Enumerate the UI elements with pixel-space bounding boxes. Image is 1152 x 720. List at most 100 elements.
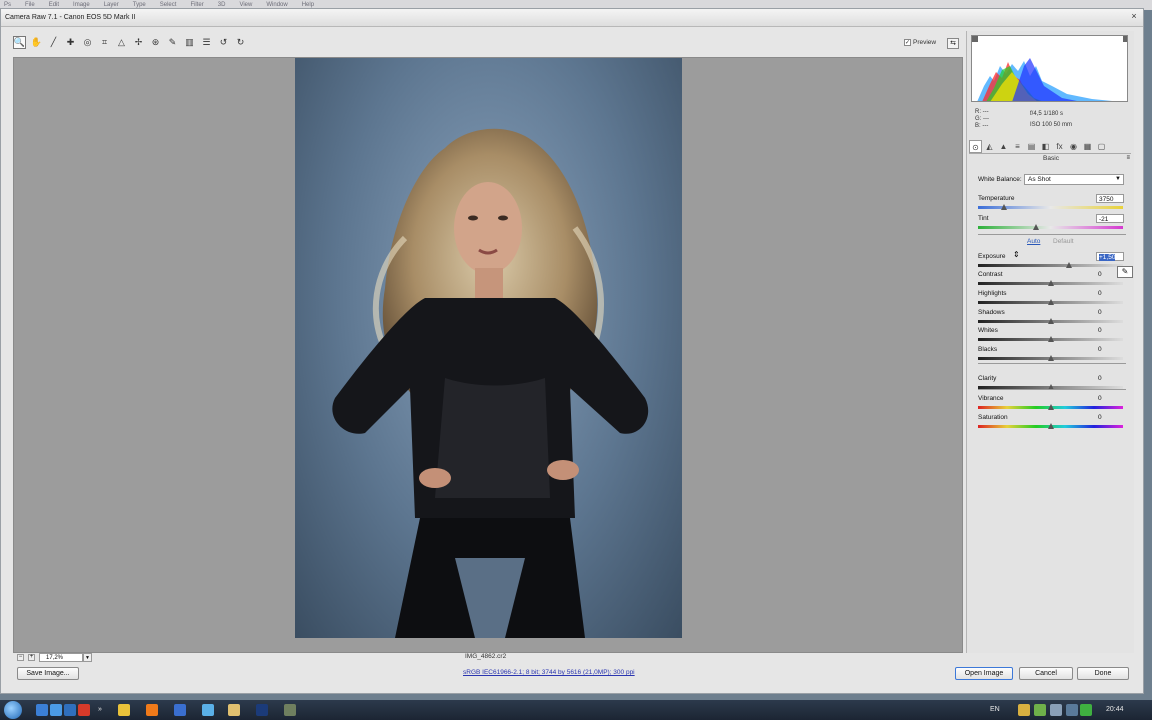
rotate-ccw-icon[interactable]: ↺	[217, 36, 230, 49]
shadows-value-field[interactable]: 0	[1096, 308, 1124, 317]
cancel-button[interactable]: Cancel	[1019, 667, 1073, 680]
vibrance-slider[interactable]: Vibrance 0	[978, 395, 1123, 413]
preview-checkbox[interactable]: ✓	[904, 39, 911, 46]
saturation-value: 0	[1098, 414, 1102, 421]
tray-icon[interactable]	[1018, 704, 1030, 716]
panel-tab-icon[interactable]: ▤	[1025, 140, 1038, 153]
workflow-options-link[interactable]: sRGB IEC61966-2.1; 8 bit; 3744 by 5616 (…	[463, 669, 635, 676]
open-image-button[interactable]: Open Image	[955, 667, 1013, 680]
spot-removal-tool-icon[interactable]: ✢	[132, 36, 145, 49]
done-button[interactable]: Done	[1077, 667, 1129, 680]
clarity-value-field[interactable]: 0	[1096, 374, 1124, 383]
panel-tab-icon[interactable]: ▦	[1081, 140, 1094, 153]
vibrance-value-field[interactable]: 0	[1096, 394, 1124, 403]
quicklaunch-icon[interactable]	[64, 704, 76, 716]
zoom-level-field[interactable]: 17,2%	[39, 653, 83, 662]
panel-tab-icon[interactable]: ⊙	[969, 140, 982, 153]
contrast-slider[interactable]: Contrast 0	[978, 271, 1123, 289]
tray-icon[interactable]	[1050, 704, 1062, 716]
panel-tab-icon[interactable]: fx	[1053, 140, 1066, 153]
hand-tool-icon[interactable]: ✋	[30, 36, 43, 49]
white-balance-tool-icon[interactable]: ╱	[47, 36, 60, 49]
folder-icon[interactable]	[228, 704, 240, 716]
volume-icon[interactable]	[1080, 704, 1092, 716]
rotate-cw-icon[interactable]: ↻	[234, 36, 247, 49]
clarity-slider[interactable]: Clarity 0	[978, 375, 1123, 393]
temperature-slider[interactable]: Temperature 3750	[978, 194, 1124, 213]
default-link[interactable]: Default	[1053, 238, 1074, 245]
saturation-thumb[interactable]	[1047, 423, 1054, 429]
temperature-track[interactable]	[978, 206, 1123, 209]
taskbar-app-icon[interactable]	[174, 704, 186, 716]
adjustment-brush-icon[interactable]: ✎	[166, 36, 179, 49]
exposure-value-field[interactable]: +1,50	[1096, 252, 1124, 261]
photoshop-icon[interactable]	[256, 704, 268, 716]
saturation-value-field[interactable]: 0	[1096, 413, 1124, 422]
quicklaunch-overflow-icon[interactable]: »	[98, 706, 102, 713]
saturation-slider[interactable]: Saturation 0	[978, 414, 1123, 432]
clock[interactable]: 20:44	[1106, 706, 1124, 713]
quicklaunch-icon[interactable]	[36, 704, 48, 716]
panel-tabs: ⊙ ◭ ▲ ≡ ▤ ◧ fx ◉ ▦ ▢	[969, 140, 1131, 154]
straighten-tool-icon[interactable]: △	[115, 36, 128, 49]
contrast-thumb[interactable]	[1047, 280, 1054, 286]
panel-menu-icon[interactable]: ≡	[1126, 155, 1130, 161]
start-button-icon[interactable]	[4, 701, 22, 719]
firefox-icon[interactable]	[146, 704, 158, 716]
save-image-button[interactable]: Save Image...	[17, 667, 79, 680]
panel-tab-icon[interactable]: ≡	[1011, 140, 1024, 153]
zoom-in-button[interactable]: +	[28, 654, 35, 661]
fullscreen-toggle-icon[interactable]: ⇆	[947, 38, 959, 49]
whites-slider[interactable]: Whites 0	[978, 327, 1123, 345]
temperature-thumb[interactable]	[1001, 204, 1008, 210]
shadows-slider[interactable]: Shadows 0	[978, 309, 1123, 327]
panel-tab-icon[interactable]: ◉	[1067, 140, 1080, 153]
crop-tool-icon[interactable]: ⌗	[98, 36, 111, 49]
panel-tab-icon[interactable]: ▢	[1095, 140, 1108, 153]
tint-track[interactable]	[978, 226, 1123, 229]
tint-value-field[interactable]: -21	[1096, 214, 1124, 223]
image-canvas[interactable]	[13, 57, 963, 653]
tray-icon[interactable]	[1034, 704, 1046, 716]
taskbar-app-icon[interactable]	[284, 704, 296, 716]
blacks-slider[interactable]: Blacks 0	[978, 346, 1123, 364]
graduated-filter-icon[interactable]: ▥	[183, 36, 196, 49]
panel-tab-icon[interactable]: ◭	[983, 140, 996, 153]
highlights-value-field[interactable]: 0	[1096, 289, 1124, 298]
taskbar-app-icon[interactable]	[118, 704, 130, 716]
auto-link[interactable]: Auto	[1027, 238, 1040, 245]
red-eye-removal-tool-icon[interactable]: ⊛	[149, 36, 162, 49]
tint-thumb[interactable]	[1033, 224, 1039, 230]
edit-pencil-icon[interactable]: ✎	[1117, 266, 1133, 278]
preview-toggle[interactable]: ✓ Preview	[904, 39, 936, 46]
color-sampler-tool-icon[interactable]: ✚	[64, 36, 77, 49]
blacks-value-field[interactable]: 0	[1096, 345, 1124, 354]
quicklaunch-icon[interactable]	[50, 704, 62, 716]
exposure-slider[interactable]: Exposure +1,50	[978, 252, 1124, 271]
zoom-out-button[interactable]: −	[17, 654, 24, 661]
highlights-slider[interactable]: Highlights 0	[978, 290, 1123, 308]
white-balance-select[interactable]: As Shot ▼	[1024, 174, 1124, 185]
shadows-thumb[interactable]	[1047, 318, 1054, 324]
whites-value-field[interactable]: 0	[1096, 326, 1124, 335]
panel-tab-icon[interactable]: ▲	[997, 140, 1010, 153]
exposure-track[interactable]	[978, 264, 1123, 267]
network-icon[interactable]	[1066, 704, 1078, 716]
panel-tab-icon[interactable]: ◧	[1039, 140, 1052, 153]
chevron-down-icon: ▼	[1115, 176, 1121, 182]
quicklaunch-icon[interactable]	[78, 704, 90, 716]
preferences-icon[interactable]: ☰	[200, 36, 213, 49]
language-indicator[interactable]: EN	[990, 706, 1000, 713]
tint-slider[interactable]: Tint -21	[978, 214, 1124, 233]
vibrance-thumb[interactable]	[1047, 404, 1054, 410]
exposure-thumb[interactable]	[1066, 262, 1073, 268]
close-icon[interactable]: ×	[1129, 11, 1139, 21]
targeted-adjustment-tool-icon[interactable]: ◎	[81, 36, 94, 49]
zoom-dropdown-icon[interactable]: ▼	[83, 653, 92, 662]
skype-icon[interactable]	[202, 704, 214, 716]
blacks-thumb[interactable]	[1047, 355, 1054, 361]
temperature-value-field[interactable]: 3750	[1096, 194, 1124, 203]
highlights-thumb[interactable]	[1047, 299, 1054, 305]
whites-thumb[interactable]	[1047, 336, 1054, 342]
zoom-tool-icon[interactable]: 🔍	[13, 35, 26, 49]
